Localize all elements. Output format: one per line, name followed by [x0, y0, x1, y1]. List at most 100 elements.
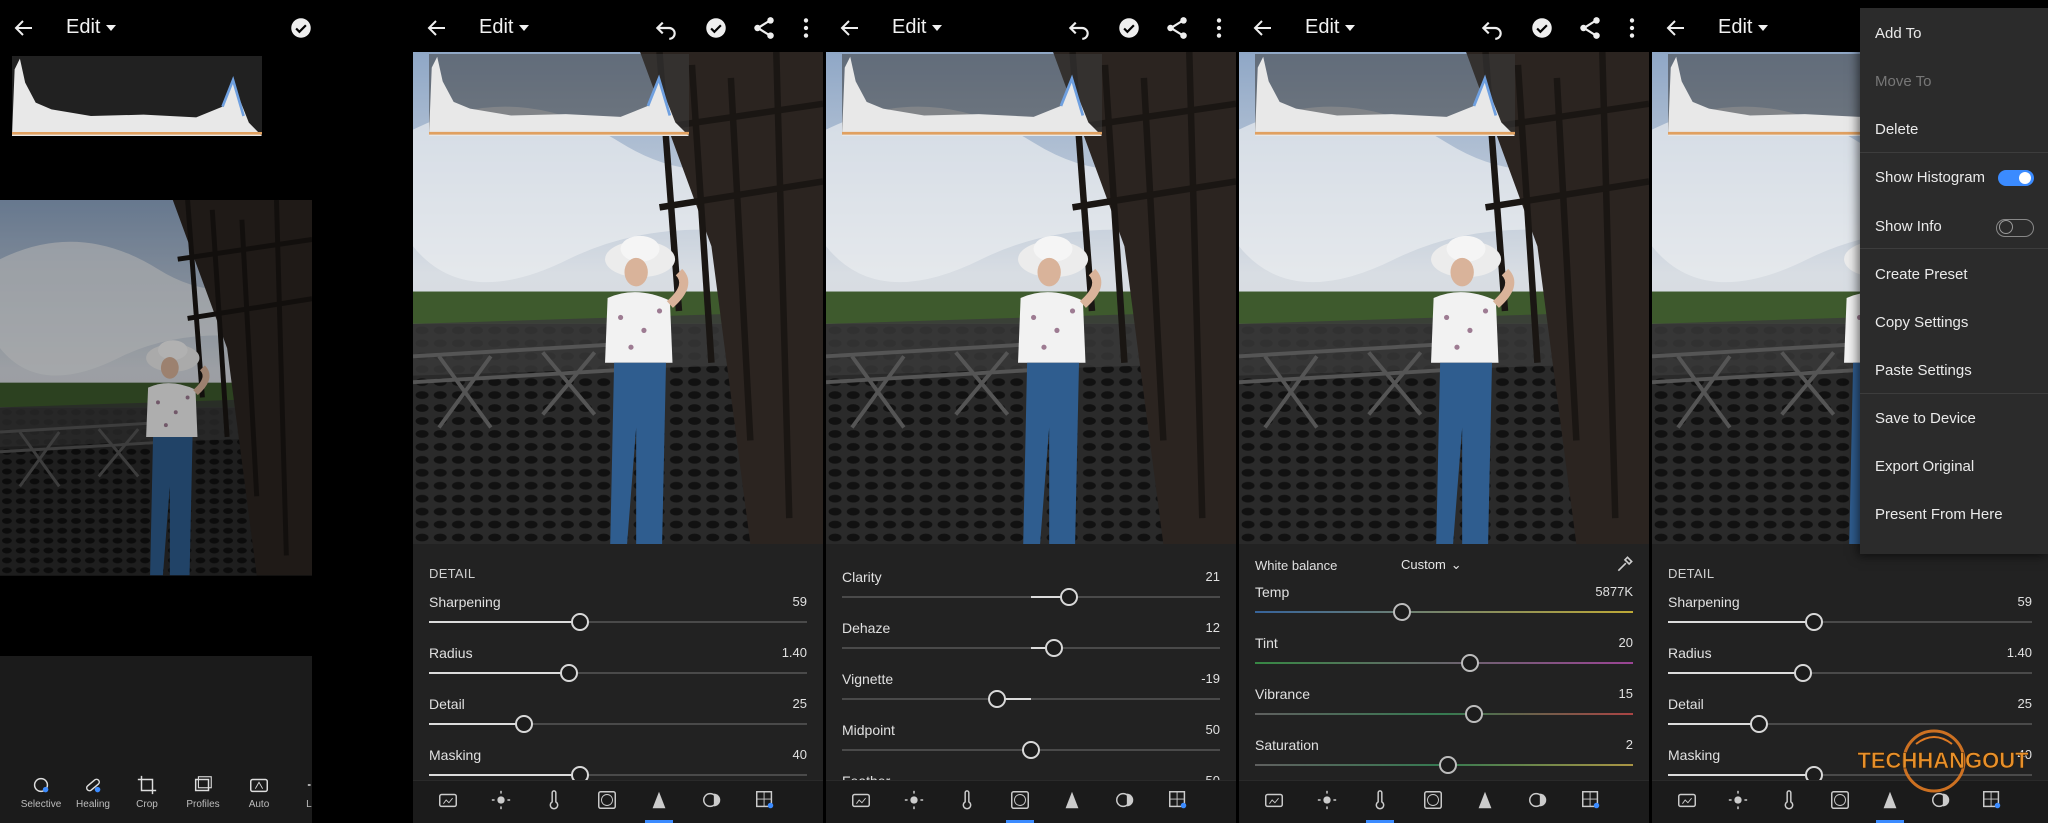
- edit-menu[interactable]: Edit: [66, 16, 117, 39]
- color-icon[interactable]: [1778, 789, 1800, 811]
- slider-knob[interactable]: [1750, 715, 1768, 733]
- slider-saturation[interactable]: [1255, 756, 1633, 774]
- effects-icon[interactable]: [1009, 789, 1031, 811]
- optics-icon[interactable]: [701, 789, 723, 811]
- share-icon[interactable]: [1577, 15, 1603, 41]
- slider-knob[interactable]: [1438, 756, 1457, 774]
- effects-icon[interactable]: [1422, 789, 1444, 811]
- color-icon[interactable]: [956, 789, 978, 811]
- arrow-left-icon[interactable]: [425, 16, 449, 40]
- slider-knob[interactable]: [1022, 741, 1040, 759]
- detail-icon[interactable]: [648, 789, 670, 811]
- geometry-icon[interactable]: [1167, 789, 1189, 811]
- menu-item-present-from-here[interactable]: Present From Here: [1875, 506, 2003, 523]
- more-vertical-icon[interactable]: [1619, 15, 1645, 41]
- slider-knob[interactable]: [559, 664, 578, 682]
- slider-radius[interactable]: [429, 664, 807, 682]
- light-icon[interactable]: [1316, 789, 1338, 811]
- share-icon[interactable]: [751, 15, 777, 41]
- slider-detail[interactable]: [429, 715, 807, 733]
- slider-masking[interactable]: [429, 766, 807, 784]
- presets-icon[interactable]: [850, 789, 872, 811]
- color-icon[interactable]: [543, 789, 565, 811]
- arrow-left-icon[interactable]: [12, 16, 36, 40]
- more-vertical-icon[interactable]: [1206, 15, 1232, 41]
- slider-knob[interactable]: [1793, 664, 1812, 682]
- slider-sharpening[interactable]: [429, 613, 807, 631]
- menu-item-show-info[interactable]: Show Info: [1875, 218, 1942, 235]
- slider-knob[interactable]: [1059, 588, 1078, 606]
- slider-sharpening[interactable]: [1668, 613, 2032, 631]
- photo-preview[interactable]: [0, 56, 312, 656]
- photo-preview[interactable]: [1239, 52, 1649, 544]
- slider-vignette[interactable]: [842, 690, 1220, 708]
- slider-temp[interactable]: [1255, 603, 1633, 621]
- presets-icon[interactable]: [1676, 789, 1698, 811]
- geometry-icon[interactable]: [1580, 789, 1602, 811]
- menu-item-add-to[interactable]: Add To: [1875, 25, 1921, 42]
- light-icon[interactable]: [1727, 789, 1749, 811]
- edit-menu[interactable]: Edit: [892, 16, 943, 39]
- photo-preview[interactable]: [413, 52, 823, 544]
- light-icon[interactable]: [490, 789, 512, 811]
- nav-auto[interactable]: Auto: [232, 774, 286, 810]
- detail-icon[interactable]: [1474, 789, 1496, 811]
- checkmark-circle-icon[interactable]: [288, 15, 312, 41]
- menu-item-paste-settings[interactable]: Paste Settings: [1875, 362, 1972, 379]
- nav-healing[interactable]: Healing: [66, 774, 120, 810]
- undo-icon[interactable]: [1479, 15, 1505, 41]
- slider-midpoint[interactable]: [842, 741, 1220, 759]
- menu-item-create-preset[interactable]: Create Preset: [1875, 266, 1968, 283]
- menu-item-show-histogram[interactable]: Show Histogram: [1875, 169, 1985, 186]
- menu-item-copy-settings[interactable]: Copy Settings: [1875, 314, 1968, 331]
- slider-dehaze[interactable]: [842, 639, 1220, 657]
- nav-crop[interactable]: Crop: [120, 774, 174, 810]
- light-icon[interactable]: [903, 789, 925, 811]
- more-vertical-icon[interactable]: [793, 15, 819, 41]
- checkmark-circle-icon[interactable]: [1529, 15, 1555, 41]
- eyedropper-icon[interactable]: [1615, 554, 1635, 574]
- undo-icon[interactable]: [653, 15, 679, 41]
- slider-knob[interactable]: [987, 690, 1006, 708]
- slider-knob[interactable]: [1465, 705, 1484, 723]
- slider-vibrance[interactable]: [1255, 705, 1633, 723]
- optics-icon[interactable]: [1527, 789, 1549, 811]
- toggle-on[interactable]: [1998, 170, 2034, 186]
- arrow-left-icon[interactable]: [1664, 16, 1688, 40]
- nav-light[interactable]: Light: [290, 774, 312, 810]
- presets-icon[interactable]: [1263, 789, 1285, 811]
- white-balance-select[interactable]: Custom ⌄: [1401, 557, 1462, 573]
- share-icon[interactable]: [1164, 15, 1190, 41]
- checkmark-circle-icon[interactable]: [703, 15, 729, 41]
- slider-clarity[interactable]: [842, 588, 1220, 606]
- edit-menu[interactable]: Edit: [479, 16, 530, 39]
- nav-profiles[interactable]: Profiles: [176, 774, 230, 810]
- edit-menu[interactable]: Edit: [1305, 16, 1356, 39]
- edit-menu[interactable]: Edit: [1718, 16, 1769, 39]
- presets-icon[interactable]: [437, 789, 459, 811]
- slider-knob[interactable]: [1393, 603, 1412, 621]
- arrow-left-icon[interactable]: [838, 16, 862, 40]
- slider-knob[interactable]: [514, 715, 533, 733]
- slider-radius[interactable]: [1668, 664, 2032, 682]
- optics-icon[interactable]: [1114, 789, 1136, 811]
- undo-icon[interactable]: [1066, 15, 1092, 41]
- slider-tint[interactable]: [1255, 654, 1633, 672]
- detail-icon[interactable]: [1061, 789, 1083, 811]
- slider-knob[interactable]: [571, 613, 590, 631]
- slider-knob[interactable]: [1804, 613, 1823, 631]
- slider-knob[interactable]: [1044, 639, 1063, 657]
- slider-knob[interactable]: [1461, 654, 1480, 672]
- arrow-left-icon[interactable]: [1251, 16, 1275, 40]
- menu-item-save-to-device[interactable]: Save to Device: [1875, 410, 1976, 427]
- slider-fill: [429, 621, 581, 623]
- toggle-off[interactable]: [1996, 219, 2034, 237]
- nav-selective[interactable]: Selective: [14, 774, 68, 810]
- effects-icon[interactable]: [596, 789, 618, 811]
- photo-preview[interactable]: [826, 52, 1236, 544]
- menu-item-export-original[interactable]: Export Original: [1875, 458, 1974, 475]
- geometry-icon[interactable]: [754, 789, 776, 811]
- color-icon[interactable]: [1369, 789, 1391, 811]
- menu-item-delete[interactable]: Delete: [1875, 121, 1918, 138]
- checkmark-circle-icon[interactable]: [1116, 15, 1142, 41]
